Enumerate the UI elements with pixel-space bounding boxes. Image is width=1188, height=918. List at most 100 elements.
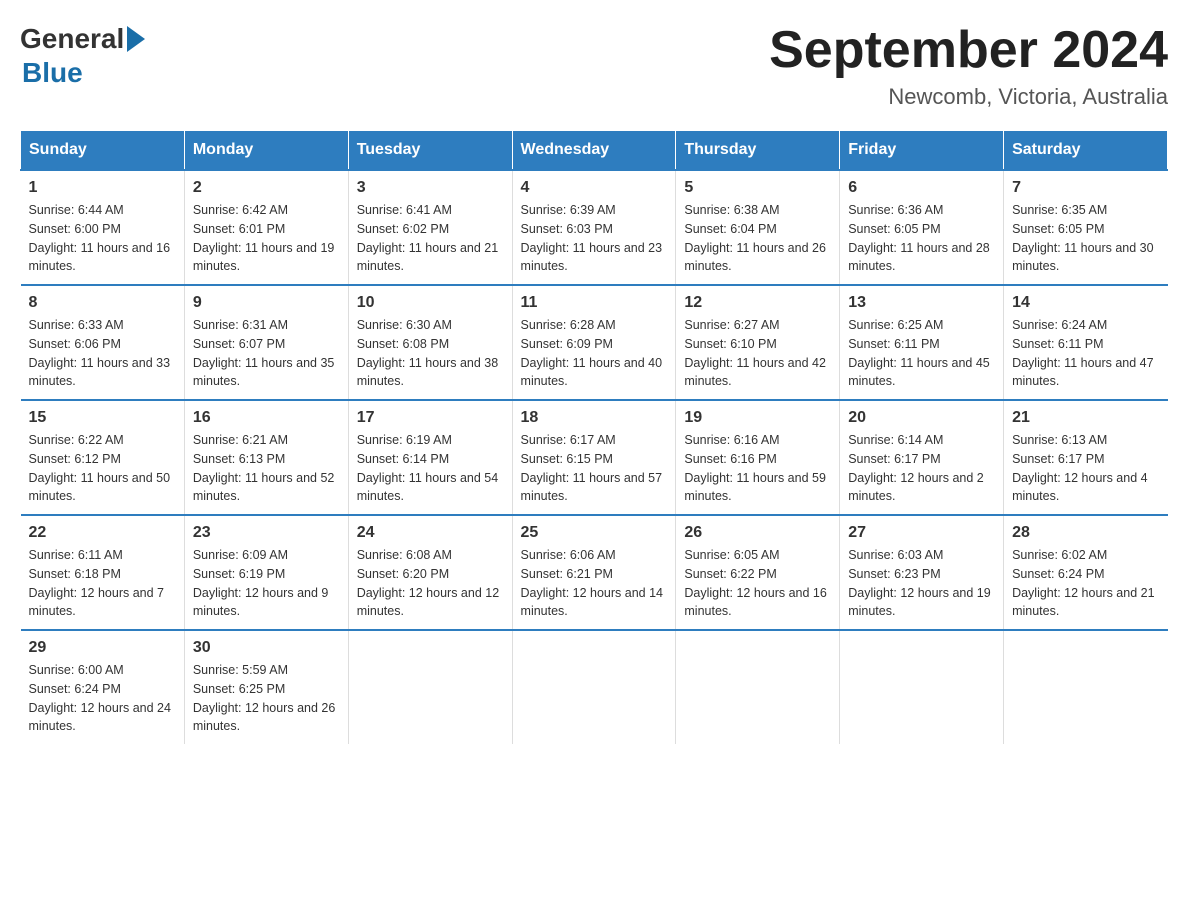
table-row: 19 Sunrise: 6:16 AMSunset: 6:16 PMDayligh… bbox=[676, 400, 840, 515]
logo: General Blue bbox=[20, 20, 145, 89]
table-row: 26 Sunrise: 6:05 AMSunset: 6:22 PMDayligh… bbox=[676, 515, 840, 630]
day-number: 4 bbox=[521, 179, 668, 197]
day-number: 26 bbox=[684, 524, 831, 542]
header-friday: Friday bbox=[840, 131, 1004, 171]
day-number: 5 bbox=[684, 179, 831, 197]
day-number: 20 bbox=[848, 409, 995, 427]
table-row: 12Sunrise: 6:27 AMSunset: 6:10 PMDayligh… bbox=[676, 285, 840, 400]
day-info: Sunrise: 6:21 AMSunset: 6:13 PMDaylight:… bbox=[193, 431, 340, 506]
day-info: Sunrise: 6:42 AMSunset: 6:01 PMDaylight:… bbox=[193, 201, 340, 276]
table-row: 22 Sunrise: 6:11 AMSunset: 6:18 PMDayligh… bbox=[21, 515, 185, 630]
table-row: 6Sunrise: 6:36 AMSunset: 6:05 PMDaylight… bbox=[840, 170, 1004, 285]
header-monday: Monday bbox=[184, 131, 348, 171]
day-number: 21 bbox=[1012, 409, 1159, 427]
day-number: 27 bbox=[848, 524, 995, 542]
table-row: 14Sunrise: 6:24 AMSunset: 6:11 PMDayligh… bbox=[1004, 285, 1168, 400]
day-info: Sunrise: 6:41 AMSunset: 6:02 PMDaylight:… bbox=[357, 201, 504, 276]
header-thursday: Thursday bbox=[676, 131, 840, 171]
logo-blue-text: Blue bbox=[22, 57, 83, 88]
day-info: Sunrise: 6:16 AMSunset: 6:16 PMDaylight:… bbox=[684, 431, 831, 506]
table-row: 15 Sunrise: 6:22 AMSunset: 6:12 PMDayligh… bbox=[21, 400, 185, 515]
day-number: 18 bbox=[521, 409, 668, 427]
calendar-table: Sunday Monday Tuesday Wednesday Thursday… bbox=[20, 130, 1168, 744]
day-number: 16 bbox=[193, 409, 340, 427]
day-info: Sunrise: 6:27 AMSunset: 6:10 PMDaylight:… bbox=[684, 316, 831, 391]
table-row bbox=[512, 630, 676, 744]
day-info: Sunrise: 6:22 AMSunset: 6:12 PMDaylight:… bbox=[29, 431, 176, 506]
table-row: 17 Sunrise: 6:19 AMSunset: 6:14 PMDayligh… bbox=[348, 400, 512, 515]
calendar-week-row: 15 Sunrise: 6:22 AMSunset: 6:12 PMDayligh… bbox=[21, 400, 1168, 515]
day-info: Sunrise: 6:31 AMSunset: 6:07 PMDaylight:… bbox=[193, 316, 340, 391]
table-row: 2Sunrise: 6:42 AMSunset: 6:01 PMDaylight… bbox=[184, 170, 348, 285]
day-number: 22 bbox=[29, 524, 176, 542]
day-number: 28 bbox=[1012, 524, 1159, 542]
day-number: 19 bbox=[684, 409, 831, 427]
table-row: 13 Sunrise: 6:25 AMSunset: 6:11 PMDayligh… bbox=[840, 285, 1004, 400]
day-number: 13 bbox=[848, 294, 995, 312]
day-info: Sunrise: 6:13 AMSunset: 6:17 PMDaylight:… bbox=[1012, 431, 1159, 506]
calendar-week-row: 22 Sunrise: 6:11 AMSunset: 6:18 PMDayligh… bbox=[21, 515, 1168, 630]
day-info: Sunrise: 6:38 AMSunset: 6:04 PMDaylight:… bbox=[684, 201, 831, 276]
header-saturday: Saturday bbox=[1004, 131, 1168, 171]
title-block: September 2024 Newcomb, Victoria, Austra… bbox=[769, 20, 1168, 110]
calendar-header-row: Sunday Monday Tuesday Wednesday Thursday… bbox=[21, 131, 1168, 171]
day-info: Sunrise: 6:44 AMSunset: 6:00 PMDaylight:… bbox=[29, 201, 176, 276]
day-info: Sunrise: 6:36 AMSunset: 6:05 PMDaylight:… bbox=[848, 201, 995, 276]
table-row: 18Sunrise: 6:17 AMSunset: 6:15 PMDayligh… bbox=[512, 400, 676, 515]
table-row: 16 Sunrise: 6:21 AMSunset: 6:13 PMDayligh… bbox=[184, 400, 348, 515]
header-sunday: Sunday bbox=[21, 131, 185, 171]
day-number: 24 bbox=[357, 524, 504, 542]
day-info: Sunrise: 6:39 AMSunset: 6:03 PMDaylight:… bbox=[521, 201, 668, 276]
day-info: Sunrise: 6:33 AMSunset: 6:06 PMDaylight:… bbox=[29, 316, 176, 391]
day-info: Sunrise: 6:19 AMSunset: 6:14 PMDaylight:… bbox=[357, 431, 504, 506]
table-row: 27Sunrise: 6:03 AMSunset: 6:23 PMDayligh… bbox=[840, 515, 1004, 630]
day-info: Sunrise: 6:30 AMSunset: 6:08 PMDaylight:… bbox=[357, 316, 504, 391]
table-row: 30 Sunrise: 5:59 AMSunset: 6:25 PMDayligh… bbox=[184, 630, 348, 744]
day-number: 30 bbox=[193, 639, 340, 657]
day-info: Sunrise: 6:05 AMSunset: 6:22 PMDaylight:… bbox=[684, 546, 831, 621]
page-header: General Blue September 2024 Newcomb, Vic… bbox=[20, 20, 1168, 110]
table-row: 25 Sunrise: 6:06 AMSunset: 6:21 PMDayligh… bbox=[512, 515, 676, 630]
table-row: 9 Sunrise: 6:31 AMSunset: 6:07 PMDaylight… bbox=[184, 285, 348, 400]
day-info: Sunrise: 6:35 AMSunset: 6:05 PMDaylight:… bbox=[1012, 201, 1159, 276]
day-number: 8 bbox=[29, 294, 176, 312]
day-number: 17 bbox=[357, 409, 504, 427]
header-wednesday: Wednesday bbox=[512, 131, 676, 171]
calendar-week-row: 1 Sunrise: 6:44 AMSunset: 6:00 PMDaylight… bbox=[21, 170, 1168, 285]
day-info: Sunrise: 5:59 AMSunset: 6:25 PMDaylight:… bbox=[193, 661, 340, 736]
header-tuesday: Tuesday bbox=[348, 131, 512, 171]
table-row: 8 Sunrise: 6:33 AMSunset: 6:06 PMDaylight… bbox=[21, 285, 185, 400]
day-number: 15 bbox=[29, 409, 176, 427]
day-info: Sunrise: 6:28 AMSunset: 6:09 PMDaylight:… bbox=[521, 316, 668, 391]
table-row: 29 Sunrise: 6:00 AMSunset: 6:24 PMDayligh… bbox=[21, 630, 185, 744]
day-number: 7 bbox=[1012, 179, 1159, 197]
table-row: 11Sunrise: 6:28 AMSunset: 6:09 PMDayligh… bbox=[512, 285, 676, 400]
table-row: 20 Sunrise: 6:14 AMSunset: 6:17 PMDayligh… bbox=[840, 400, 1004, 515]
day-number: 14 bbox=[1012, 294, 1159, 312]
table-row bbox=[1004, 630, 1168, 744]
table-row: 1 Sunrise: 6:44 AMSunset: 6:00 PMDaylight… bbox=[21, 170, 185, 285]
day-info: Sunrise: 6:25 AMSunset: 6:11 PMDaylight:… bbox=[848, 316, 995, 391]
table-row: 23Sunrise: 6:09 AMSunset: 6:19 PMDayligh… bbox=[184, 515, 348, 630]
calendar-week-row: 8 Sunrise: 6:33 AMSunset: 6:06 PMDaylight… bbox=[21, 285, 1168, 400]
logo-general-text: General bbox=[20, 23, 124, 55]
calendar-week-row: 29 Sunrise: 6:00 AMSunset: 6:24 PMDayligh… bbox=[21, 630, 1168, 744]
day-number: 1 bbox=[29, 179, 176, 197]
table-row: 5 Sunrise: 6:38 AMSunset: 6:04 PMDaylight… bbox=[676, 170, 840, 285]
day-number: 9 bbox=[193, 294, 340, 312]
table-row: 7 Sunrise: 6:35 AMSunset: 6:05 PMDaylight… bbox=[1004, 170, 1168, 285]
day-number: 25 bbox=[521, 524, 668, 542]
table-row: 10Sunrise: 6:30 AMSunset: 6:08 PMDayligh… bbox=[348, 285, 512, 400]
day-info: Sunrise: 6:09 AMSunset: 6:19 PMDaylight:… bbox=[193, 546, 340, 621]
month-title: September 2024 bbox=[769, 20, 1168, 80]
day-info: Sunrise: 6:00 AMSunset: 6:24 PMDaylight:… bbox=[29, 661, 176, 736]
day-info: Sunrise: 6:06 AMSunset: 6:21 PMDaylight:… bbox=[521, 546, 668, 621]
table-row: 24 Sunrise: 6:08 AMSunset: 6:20 PMDayligh… bbox=[348, 515, 512, 630]
table-row: 21 Sunrise: 6:13 AMSunset: 6:17 PMDayligh… bbox=[1004, 400, 1168, 515]
day-number: 29 bbox=[29, 639, 176, 657]
day-info: Sunrise: 6:11 AMSunset: 6:18 PMDaylight:… bbox=[29, 546, 176, 621]
table-row bbox=[348, 630, 512, 744]
day-info: Sunrise: 6:08 AMSunset: 6:20 PMDaylight:… bbox=[357, 546, 504, 621]
day-number: 3 bbox=[357, 179, 504, 197]
day-info: Sunrise: 6:14 AMSunset: 6:17 PMDaylight:… bbox=[848, 431, 995, 506]
